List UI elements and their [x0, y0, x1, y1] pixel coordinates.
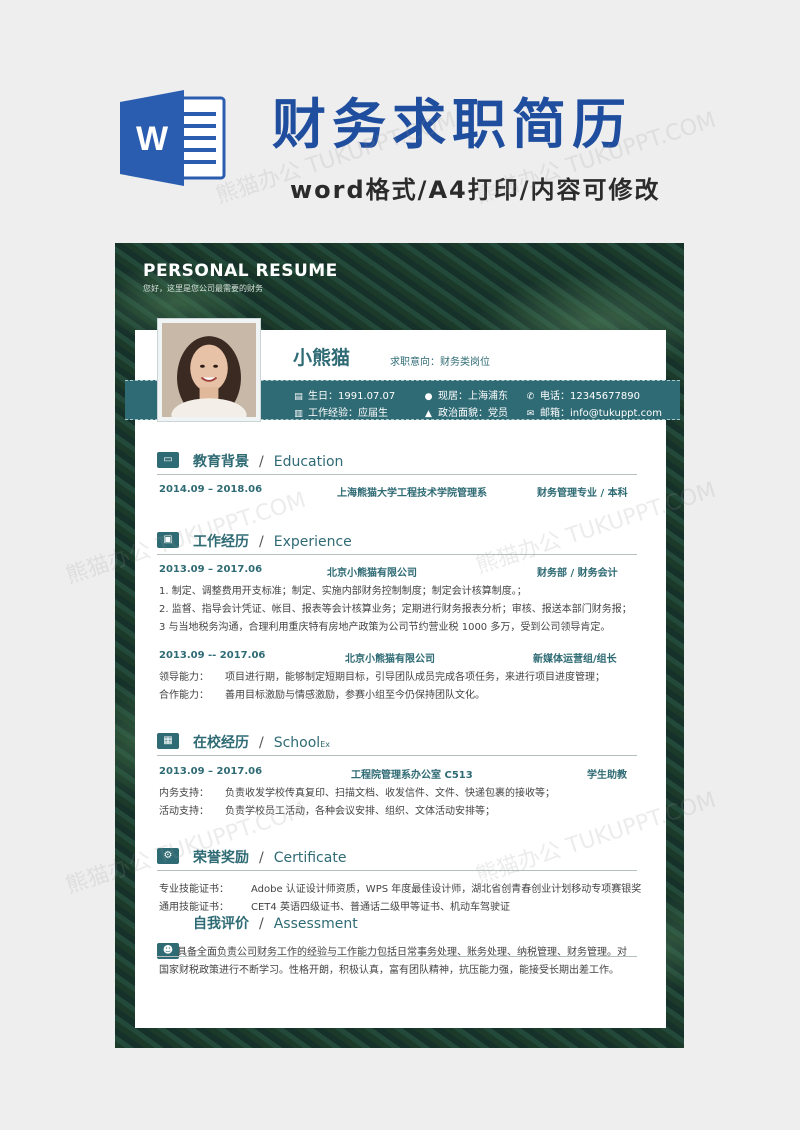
certificate-title: 荣誉奖励 / Certificate: [193, 850, 347, 866]
job1-line: 1. 制定、调整费用开支标准；制定、实施内部财务控制制度；制定会计核算制度。；: [159, 586, 527, 597]
education-title-en: Education: [273, 454, 344, 470]
school-line: 活动支持： 负责学校员工活动，各种会议安排、组织、文体活动安排等；: [159, 802, 495, 817]
school-role: 学生助教: [587, 770, 627, 781]
email-info: ✉ 邮箱：info@tukuppt.com: [525, 404, 662, 419]
job1-role: 财务部 / 财务会计: [537, 568, 618, 579]
school-line-text: 负责收发学校传真复印、扫描文档、收发信件、文件、快递包裹的接收等；: [225, 788, 555, 799]
certificate-title-en: Certificate: [273, 850, 347, 866]
job-intent: 求职意向：财务类岗位: [390, 357, 490, 368]
education-major: 财务管理专业 / 本科: [537, 488, 628, 499]
gear-icon: ⚙: [157, 848, 179, 864]
school-line-label: 活动支持：: [159, 806, 209, 817]
word-logo-letter: W: [136, 120, 169, 158]
location-text: 现居：上海浦东: [438, 391, 508, 402]
school-title-en-small: Ex: [320, 740, 330, 749]
birth-info: ▤ 生日：1991.07.07: [293, 387, 395, 402]
school-date: 2013.09 – 2017.06: [159, 766, 263, 777]
job1-company: 北京小熊猫有限公司: [327, 568, 417, 579]
candidate-name: 小熊猫: [293, 347, 351, 369]
school-line-text: 负责学校员工活动，各种会议安排、组织、文体活动安排等；: [225, 806, 495, 817]
page-subtitle: word格式/A4打印/内容可修改: [290, 176, 661, 204]
experience-info: ▥ 工作经验：应届生: [293, 404, 388, 419]
experience-title: 工作经历 / Experience: [193, 534, 352, 550]
politics-text: 政治面貌：党员: [438, 408, 508, 419]
job2-date: 2013.09 -- 2017.06: [159, 650, 266, 661]
job2-company: 北京小熊猫有限公司: [345, 654, 435, 665]
school-line: 内务支持： 负责收发学校传真复印、扫描文档、收发信件、文件、快递包裹的接收等；: [159, 784, 555, 799]
job1-date: 2013.09 – 2017.06: [159, 564, 263, 575]
profile-photo: [157, 318, 261, 422]
job2-line-label: 领导能力：: [159, 672, 209, 683]
assessment-title-en: Assessment: [273, 916, 358, 932]
experience-text: 工作经验：应届生: [308, 408, 388, 419]
job2-role: 新媒体运营组/组长: [533, 654, 617, 665]
divider: [157, 554, 637, 555]
divider: [157, 474, 637, 475]
job2-line-text: 项目进行期，能够制定短期目标，引导团队成员完成各项任务，来进行项目进度管理；: [225, 672, 605, 683]
resume-header-title: PERSONAL RESUME: [143, 261, 338, 281]
id-card-icon: ▥: [294, 409, 303, 419]
job1-line: 3 与当地税务沟通，合理利用重庆特有房地产政策为公司节约营业税 1000 多万，…: [159, 622, 611, 633]
school-line-label: 内务支持：: [159, 788, 209, 799]
assessment-title-cn: 自我评价: [193, 916, 249, 932]
certificate-line-text: Adobe 认证设计师资质，WPS 年度最佳设计师，湖北省创青春创业计划移动专项…: [251, 884, 642, 895]
birth-text: 生日：1991.07.07: [308, 391, 396, 402]
location-pin-icon: ●: [424, 392, 433, 402]
certificate-line: 通用技能证书： CET4 英语四级证书、普通话二级甲等证书、机动车驾驶证: [159, 898, 510, 913]
education-icon: ▭: [157, 452, 179, 468]
experience-title-cn: 工作经历: [193, 534, 249, 550]
education-date: 2014.09 – 2018.06: [159, 484, 263, 495]
divider: [157, 870, 637, 871]
education-school: 上海熊猫大学工程技术学院管理系: [337, 488, 487, 499]
page-title: 财务求职简历: [272, 93, 632, 156]
resume-header-subtitle: 您好，这里是您公司最需要的财务: [143, 284, 263, 293]
education-title: 教育背景 / Education: [193, 454, 344, 470]
grid-icon: ▦: [157, 733, 179, 749]
education-title-cn: 教育背景: [193, 454, 249, 470]
briefcase-icon: ▣: [157, 532, 179, 548]
phone-icon: ✆: [526, 392, 535, 402]
avatar: [162, 323, 256, 417]
certificate-line-text: CET4 英语四级证书、普通话二级甲等证书、机动车驾驶证: [251, 902, 510, 913]
assessment-title: 自我评价 / Assessment: [193, 916, 358, 932]
email-text: 邮箱：info@tukuppt.com: [540, 408, 662, 419]
email-icon: ✉: [526, 409, 535, 419]
politics-info: ▲ 政治面貌：党员: [423, 404, 508, 419]
job2-line-text: 善用目标激励与情感激励，参赛小组至今仍保持团队文化。: [225, 690, 485, 701]
divider: [157, 956, 637, 957]
divider: [157, 755, 637, 756]
graduation-cap-icon: ▲: [425, 409, 432, 419]
school-title: 在校经历 / SchoolEx: [193, 735, 330, 751]
resume-sheet: PERSONAL RESUME 您好，这里是您公司最需要的财务 ▭ 教育背景 / E…: [115, 243, 684, 1048]
word-logo-icon: W: [120, 90, 226, 186]
school-org: 工程院管理系办公室 C513: [351, 770, 473, 781]
school-title-cn: 在校经历: [193, 735, 249, 751]
certificate-title-cn: 荣誉奖励: [193, 850, 249, 866]
phone-text: 电话：12345677890: [540, 391, 640, 402]
location-info: ● 现居：上海浦东: [423, 387, 508, 402]
job2-line: 领导能力： 项目进行期，能够制定短期目标，引导团队成员完成各项任务，来进行项目进度…: [159, 668, 605, 683]
certificate-line-label: 通用技能证书：: [159, 902, 229, 913]
certificate-line: 专业技能证书： Adobe 认证设计师资质，WPS 年度最佳设计师，湖北省创青春创…: [159, 880, 641, 895]
phone-info: ✆ 电话：12345677890: [525, 387, 640, 402]
certificate-line-label: 专业技能证书：: [159, 884, 229, 895]
job2-line-label: 合作能力：: [159, 690, 209, 701]
job1-line: 2. 监督、指导会计凭证、帐目、报表等会计核算业务；定期进行财务报表分析；审核、…: [159, 604, 632, 615]
assessment-line: 国家财税政策进行不断学习。性格开朗，积极认真，富有团队精神，抗压能力强，能接受长…: [159, 965, 619, 976]
job2-line: 合作能力： 善用目标激励与情感激励，参赛小组至今仍保持团队文化。: [159, 686, 485, 701]
calendar-icon: ▤: [294, 392, 303, 402]
school-title-en: School: [273, 735, 321, 751]
experience-title-en: Experience: [273, 534, 352, 550]
resume-card: ▭ 教育背景 / Education 2014.09 – 2018.06 上海熊猫大…: [135, 330, 666, 1028]
